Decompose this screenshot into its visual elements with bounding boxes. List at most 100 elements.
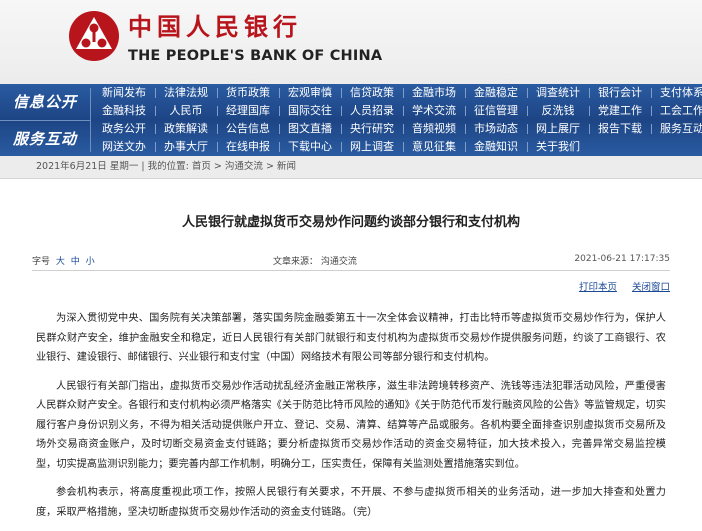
nav-item[interactable]: 法律法规 (155, 84, 217, 102)
nav-item[interactable]: 支付体系 (651, 84, 702, 102)
nav-separator (155, 124, 156, 134)
breadcrumb-prefix: 我的位置: (147, 161, 189, 172)
nav-separator (465, 124, 466, 134)
nav-separator (527, 88, 528, 98)
nav-separator (527, 124, 528, 134)
nav-item[interactable]: 服务互动 (651, 120, 702, 138)
nav-item[interactable]: 金融科技 (93, 102, 155, 120)
nav-row: 新闻发布 法律法规 货币政策 宏观审慎 信贷政策 金融市场 金融稳定 调查统计 银行会计 支付体系 (93, 84, 702, 102)
nav-separator (341, 88, 342, 98)
nav-item[interactable]: 党建工作 (589, 102, 651, 120)
breadcrumb-bar: 2021年6月21日 星期一 | 我的位置: 首页 > 沟通交流 > 新闻 (0, 156, 702, 179)
nav-item[interactable]: 关于我们 (527, 138, 589, 156)
nav-separator (465, 142, 466, 152)
article-meta: 字号 大 中 小 文章来源： 沟通交流 2021-06-21 17:17:35 (32, 254, 670, 268)
nav-separator (589, 106, 590, 116)
nav-separator (651, 88, 652, 98)
breadcrumb-news[interactable]: 新闻 (277, 161, 296, 172)
article-title: 人民银行就虚拟货币交易炒作问题约谈部分银行和支付机构 (181, 215, 520, 230)
nav-separator (155, 88, 156, 98)
nav-item[interactable]: 公告信息 (217, 120, 279, 138)
nav-item[interactable]: 央行研究 (341, 120, 403, 138)
nav-separator (403, 142, 404, 152)
nav-separator (403, 106, 404, 116)
article-source: 文章来源： 沟通交流 (273, 257, 357, 267)
nav-separator (341, 142, 342, 152)
article-container: 人民银行就虚拟货币交易炒作问题约谈部分银行和支付机构 字号 大 中 小 文章来源… (0, 179, 702, 529)
meta-divider (32, 270, 670, 271)
site-header: 中国人民银行 THE PEOPLE'S BANK OF CHINA (0, 0, 702, 84)
nav-separator (279, 124, 280, 134)
nav-row: 网送文办 办事大厅 在线申报 下载中心 网上调查 意见征集 金融知识 关于我们 (93, 138, 702, 156)
nav-item[interactable]: 调查统计 (527, 84, 589, 102)
font-size-label: 字号 (32, 257, 51, 267)
nav-row: 政务公开 政策解读 公告信息 图文直播 央行研究 音频视频 市场动态 网上展厅 报告下载 服务互动 (93, 120, 702, 138)
pboc-emblem-icon[interactable] (68, 10, 120, 62)
nav-separator (279, 142, 280, 152)
nav-separator (651, 124, 652, 134)
close-window-link[interactable]: 关闭窗口 (632, 282, 670, 293)
nav-item[interactable]: 工会工作 (651, 102, 702, 120)
nav-item[interactable]: 人民币 (155, 102, 217, 120)
font-size-control: 字号 大 中 小 (32, 254, 95, 267)
nav-item[interactable]: 意见征集 (403, 138, 465, 156)
nav-item[interactable]: 网上展厅 (527, 120, 589, 138)
article-actions: 打印本页 关闭窗口 (567, 279, 670, 293)
font-size-medium-button[interactable]: 中 (71, 257, 80, 267)
nav-separator (217, 142, 218, 152)
nav-item[interactable]: 报告下载 (589, 120, 651, 138)
main-navigation: 信息公开 服务互动 新闻发布 法律法规 货币政策 宏观审慎 信贷政策 金融市场 金融稳定 调查… (0, 84, 702, 156)
nav-item[interactable]: 政策解读 (155, 120, 217, 138)
nav-item[interactable]: 网送文办 (93, 138, 155, 156)
nav-separator (217, 106, 218, 116)
nav-item[interactable]: 反洗钱 (527, 102, 589, 120)
nav-item[interactable]: 货币政策 (217, 84, 279, 102)
current-date: 2021年6月21日 星期一 (36, 161, 139, 172)
print-page-link[interactable]: 打印本页 (579, 282, 617, 293)
article-datetime: 2021-06-21 17:17:35 (574, 254, 670, 264)
nav-item[interactable]: 金融稳定 (465, 84, 527, 102)
nav-separator (651, 106, 652, 116)
nav-separator (527, 142, 528, 152)
nav-separator (465, 88, 466, 98)
nav-row: 金融科技 人民币 经理国库 国际交往 人员招录 学术交流 征信管理 反洗钱 党建工作 工会工作 (93, 102, 702, 120)
site-logo-chinese[interactable]: 中国人民银行 (128, 12, 302, 42)
nav-separator (279, 106, 280, 116)
nav-separator (155, 106, 156, 116)
nav-item[interactable]: 网上调查 (341, 138, 403, 156)
nav-item[interactable]: 信贷政策 (341, 84, 403, 102)
nav-item[interactable]: 新闻发布 (93, 84, 155, 102)
nav-item[interactable]: 金融市场 (403, 84, 465, 102)
nav-item[interactable]: 金融知识 (465, 138, 527, 156)
nav-item[interactable]: 市场动态 (465, 120, 527, 138)
site-logo-english[interactable]: THE PEOPLE'S BANK OF CHINA (128, 48, 382, 64)
nav-separator (403, 88, 404, 98)
nav-item[interactable]: 征信管理 (465, 102, 527, 120)
font-size-large-button[interactable]: 大 (56, 257, 65, 267)
article-paragraph: 为深入贯彻党中央、国务院有关决策部署，落实国务院金融委第五十一次全体会议精神，打… (36, 313, 666, 363)
nav-item[interactable]: 图文直播 (279, 120, 341, 138)
nav-item[interactable]: 宏观审慎 (279, 84, 341, 102)
nav-item[interactable]: 音频视频 (403, 120, 465, 138)
font-size-small-button[interactable]: 小 (86, 257, 95, 267)
nav-separator (217, 124, 218, 134)
nav-item[interactable]: 银行会计 (589, 84, 651, 102)
nav-separator (155, 142, 156, 152)
nav-item[interactable]: 政务公开 (93, 120, 155, 138)
breadcrumb-communication[interactable]: 沟通交流 (225, 161, 263, 172)
nav-item[interactable]: 在线申报 (217, 138, 279, 156)
nav-item[interactable]: 人员招录 (341, 102, 403, 120)
breadcrumb-home[interactable]: 首页 (192, 161, 211, 172)
nav-item[interactable]: 学术交流 (403, 102, 465, 120)
nav-separator (217, 88, 218, 98)
nav-separator (341, 106, 342, 116)
nav-item[interactable]: 办事大厅 (155, 138, 217, 156)
nav-section-divider (90, 88, 91, 152)
article-paragraph: 参会机构表示，将高度重视此项工作，按照人民银行有关要求，不开展、不参与虚拟货币相… (36, 487, 666, 518)
nav-item[interactable]: 国际交往 (279, 102, 341, 120)
nav-separator (341, 124, 342, 134)
section-label-service-interaction: 服务互动 (0, 120, 90, 157)
nav-item[interactable]: 下载中心 (279, 138, 341, 156)
breadcrumb-sep: > (213, 161, 222, 172)
nav-item[interactable]: 经理国库 (217, 102, 279, 120)
